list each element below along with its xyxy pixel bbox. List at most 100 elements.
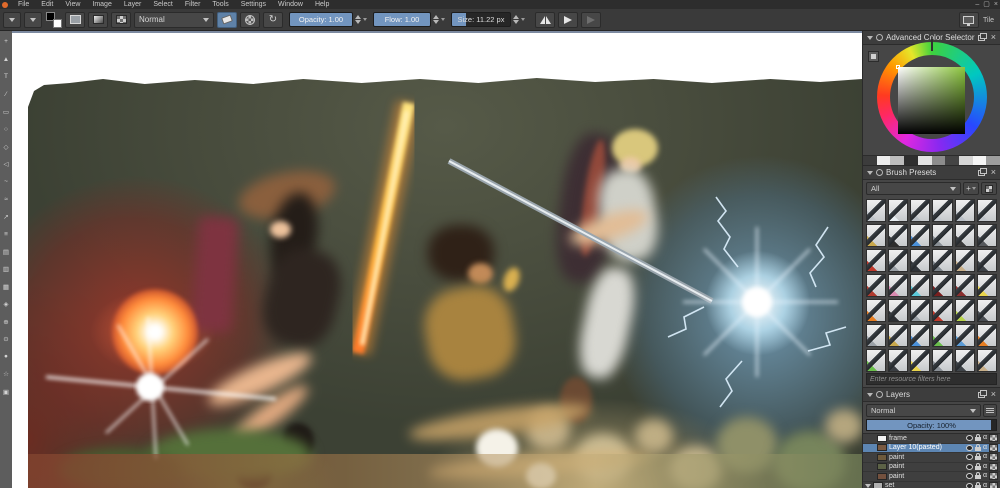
alpha-inherit-checker[interactable]: [989, 444, 998, 452]
visibility-eye-icon[interactable]: [966, 473, 973, 479]
brush-presets-header[interactable]: Brush Presets ×: [863, 166, 1000, 180]
alpha-icon[interactable]: α: [983, 453, 987, 461]
maximize-button[interactable]: ▢: [983, 0, 990, 9]
expander-icon[interactable]: [865, 484, 871, 488]
chevron-down-icon[interactable]: [441, 18, 445, 21]
color-swatch[interactable]: [986, 156, 1000, 165]
tool-color-sampler[interactable]: ◈: [0, 296, 12, 314]
flow-slider[interactable]: Flow: 1.00: [373, 12, 431, 27]
color-swatch[interactable]: [877, 156, 891, 165]
brush-preset[interactable]: [977, 224, 997, 247]
brush-preset[interactable]: [977, 274, 997, 297]
brush-preset[interactable]: [866, 199, 886, 222]
canvas[interactable]: [12, 31, 862, 488]
tag-filter-dropdown[interactable]: All: [866, 182, 961, 195]
alpha-inherit-checker[interactable]: [989, 482, 998, 488]
reload-preset-button[interactable]: ↻: [263, 12, 283, 28]
alpha-icon[interactable]: α: [983, 444, 987, 452]
brush-preset[interactable]: [866, 324, 886, 347]
alpha-inherit-checker[interactable]: [989, 463, 998, 471]
layer-row[interactable]: paintα: [863, 453, 1000, 463]
minimize-button[interactable]: –: [975, 0, 979, 9]
brush-preset[interactable]: [866, 224, 886, 247]
layer-filter-button[interactable]: [983, 404, 997, 417]
tool-fill[interactable]: ▤: [0, 243, 12, 261]
brush-preset[interactable]: [866, 349, 886, 372]
alpha-icon[interactable]: α: [983, 472, 987, 480]
visibility-eye-icon[interactable]: [966, 483, 973, 488]
wraparound-button[interactable]: [581, 12, 601, 28]
brush-preset[interactable]: [910, 299, 930, 322]
foreground-background-swatch[interactable]: [46, 12, 62, 28]
brush-preset[interactable]: [888, 199, 908, 222]
brush-preset[interactable]: [932, 199, 952, 222]
brush-preset[interactable]: [910, 349, 930, 372]
brush-preset[interactable]: [977, 249, 997, 272]
tool-rectangle[interactable]: ▭: [0, 103, 12, 121]
brush-preset[interactable]: [888, 224, 908, 247]
menu-layer[interactable]: Layer: [118, 0, 148, 9]
tool-line[interactable]: ∕: [0, 86, 12, 104]
alpha-icon[interactable]: α: [983, 463, 987, 471]
pattern-chooser-dropdown[interactable]: [24, 12, 42, 28]
tool-gradient[interactable]: ▥: [0, 261, 12, 279]
layer-blend-mode-dropdown[interactable]: Normal: [866, 404, 981, 417]
tool-polyline[interactable]: ◁: [0, 156, 12, 174]
brush-preset[interactable]: [955, 324, 975, 347]
layers-header[interactable]: Layers ×: [863, 388, 1000, 402]
resource-filter-input[interactable]: Enter resource filters here: [866, 373, 997, 385]
float-docker-icon[interactable]: [978, 170, 985, 176]
brush-preset[interactable]: [955, 224, 975, 247]
tool-freehand-brush[interactable]: ~: [0, 173, 12, 191]
chevron-down-icon[interactable]: [363, 18, 367, 21]
brush-preset[interactable]: [955, 274, 975, 297]
brush-preset[interactable]: [910, 224, 930, 247]
brush-preset[interactable]: [955, 349, 975, 372]
tool-reference[interactable]: ●: [0, 348, 12, 366]
opacity-slider[interactable]: Opacity: 1.00: [289, 12, 353, 27]
brush-preset[interactable]: [888, 324, 908, 347]
tool-multibrush[interactable]: ≡: [0, 226, 12, 244]
brush-preset[interactable]: [910, 249, 930, 272]
brush-preset-chooser-button[interactable]: [65, 12, 85, 28]
brush-preset[interactable]: [866, 274, 886, 297]
tool-bezier-curve[interactable]: ↗: [0, 208, 12, 226]
brush-preset[interactable]: [932, 324, 952, 347]
brush-preset[interactable]: [932, 249, 952, 272]
color-swatch[interactable]: [959, 156, 973, 165]
tool-polygon[interactable]: ◇: [0, 138, 12, 156]
menu-edit[interactable]: Edit: [35, 0, 59, 9]
brush-preset[interactable]: [977, 299, 997, 322]
lock-icon[interactable]: [975, 466, 981, 470]
menu-tools[interactable]: Tools: [206, 0, 234, 9]
tool-transform[interactable]: +: [0, 33, 12, 51]
lock-icon[interactable]: [975, 437, 981, 441]
brush-preset[interactable]: [932, 224, 952, 247]
menu-settings[interactable]: Settings: [235, 0, 272, 9]
menu-image[interactable]: Image: [86, 0, 117, 9]
tool-pan[interactable]: ▣: [0, 383, 12, 401]
tool-assistants[interactable]: ⊕: [0, 313, 12, 331]
color-swatch[interactable]: [932, 156, 946, 165]
alpha-inherit-checker[interactable]: [989, 472, 998, 480]
tool-zoom[interactable]: ☆: [0, 366, 12, 384]
saturation-value-square[interactable]: [898, 67, 965, 134]
tool-move[interactable]: ▲: [0, 51, 12, 69]
close-icon[interactable]: ×: [991, 33, 996, 42]
color-swatch[interactable]: [973, 156, 987, 165]
menu-select[interactable]: Select: [147, 0, 178, 9]
color-swatch[interactable]: [863, 156, 877, 165]
lock-icon[interactable]: [975, 447, 981, 451]
close-button[interactable]: ×: [994, 0, 998, 9]
shade-selector-button[interactable]: [868, 51, 879, 62]
brush-preset[interactable]: [866, 249, 886, 272]
layer-row[interactable]: setα: [863, 482, 1000, 488]
layer-row[interactable]: paintα: [863, 472, 1000, 482]
close-icon[interactable]: ×: [991, 168, 996, 177]
layer-row[interactable]: frameα: [863, 434, 1000, 444]
alpha-icon[interactable]: α: [983, 434, 987, 442]
brush-preset[interactable]: [955, 299, 975, 322]
mirror-horizontal-button[interactable]: [535, 12, 555, 28]
brush-preset[interactable]: [910, 324, 930, 347]
alpha-inherit-checker[interactable]: [989, 434, 998, 442]
